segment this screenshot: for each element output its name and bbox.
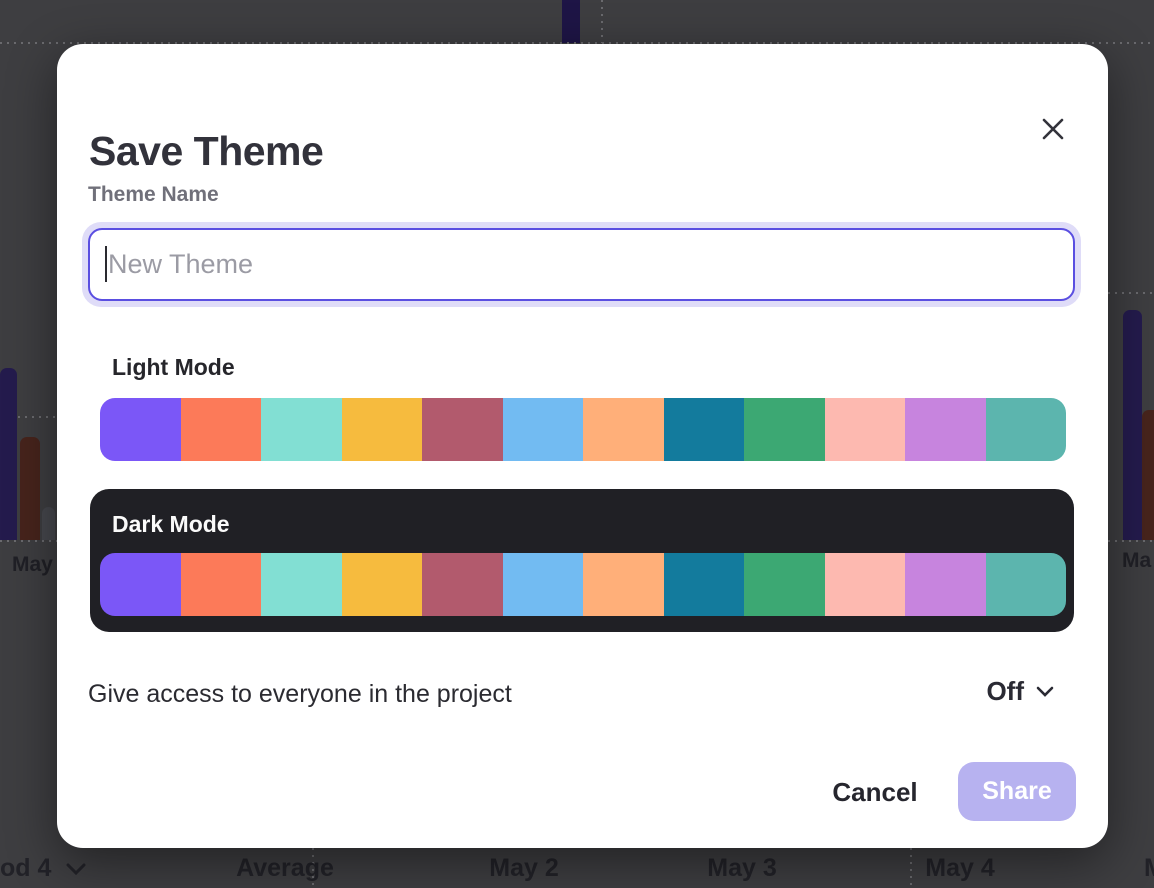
palette-swatch: [664, 398, 745, 461]
palette-swatch: [825, 553, 906, 616]
period-selector-label: od 4: [0, 854, 51, 883]
access-dropdown-value: Off: [986, 676, 1024, 707]
palette-swatch: [583, 553, 664, 616]
background-axis-label: May 2: [489, 854, 558, 883]
dark-mode-label: Dark Mode: [112, 511, 230, 538]
grid-line: [1108, 292, 1154, 294]
theme-name-label: Theme Name: [88, 183, 219, 207]
palette-swatch: [905, 553, 986, 616]
chevron-down-icon: [1036, 686, 1054, 697]
palette-swatch: [503, 398, 584, 461]
palette-swatch: [181, 553, 262, 616]
palette-swatch: [825, 398, 906, 461]
palette-swatch: [986, 553, 1067, 616]
background-axis-label: May 3: [707, 854, 776, 883]
palette-swatch: [100, 553, 181, 616]
background-bar: [1123, 310, 1142, 540]
background-axis-label: Average: [236, 854, 334, 883]
palette-swatch: [664, 553, 745, 616]
palette-swatch: [986, 398, 1067, 461]
palette-swatch: [744, 398, 825, 461]
palette-swatch: [261, 553, 342, 616]
palette-swatch: [744, 553, 825, 616]
grid-line: [1108, 540, 1154, 542]
background-axis-label: Ma: [1122, 549, 1151, 573]
access-label: Give access to everyone in the project: [88, 680, 512, 709]
cancel-button[interactable]: Cancel: [827, 772, 923, 812]
dark-mode-card: Dark Mode: [90, 489, 1074, 632]
light-mode-palette: [100, 398, 1066, 461]
palette-swatch: [422, 398, 503, 461]
access-dropdown[interactable]: Off: [986, 676, 1054, 707]
palette-swatch: [261, 398, 342, 461]
theme-name-input-focus-ring: [82, 222, 1081, 307]
close-icon: [1040, 116, 1066, 145]
background-axis-label: May: [12, 553, 53, 577]
palette-swatch: [342, 553, 423, 616]
palette-swatch: [422, 553, 503, 616]
dark-mode-palette: [100, 553, 1066, 616]
screen: May Ma od 4 Average May 2 May 3 May 4 M …: [0, 0, 1154, 888]
background-bar: [562, 0, 580, 43]
background-bar: [42, 507, 55, 540]
grid-line: [18, 416, 57, 418]
background-axis-label: May 4: [925, 854, 994, 883]
dialog-title: Save Theme: [89, 128, 323, 175]
background-bar: [0, 368, 17, 540]
palette-swatch: [181, 398, 262, 461]
palette-swatch: [100, 398, 181, 461]
theme-name-input[interactable]: [88, 228, 1075, 301]
palette-swatch: [342, 398, 423, 461]
light-mode-label: Light Mode: [112, 354, 235, 381]
background-bar: [1142, 410, 1154, 540]
text-caret: [105, 246, 107, 282]
palette-swatch: [583, 398, 664, 461]
close-button[interactable]: [1033, 110, 1073, 150]
share-button[interactable]: Share: [958, 762, 1076, 821]
save-theme-dialog: Save Theme Theme Name Light Mode Dark Mo…: [57, 44, 1108, 848]
grid-line: [601, 0, 603, 43]
background-bar: [20, 437, 40, 540]
background-axis-label: M: [1144, 854, 1154, 883]
grid-line: [0, 540, 57, 542]
palette-swatch: [503, 553, 584, 616]
grid-line: [910, 848, 912, 888]
chevron-down-icon: [66, 862, 86, 880]
palette-swatch: [905, 398, 986, 461]
